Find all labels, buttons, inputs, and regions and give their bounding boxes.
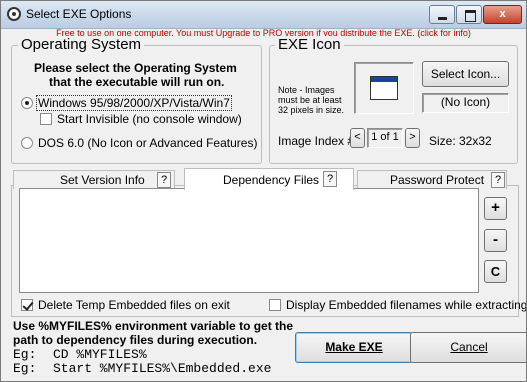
plus-icon: +: [491, 199, 500, 216]
add-file-button[interactable]: +: [484, 197, 507, 220]
tab-dependency-files[interactable]: Dependency Files ?: [184, 168, 354, 190]
app-icon: [7, 7, 21, 21]
help-text-line2: path to dependency files during executio…: [13, 333, 258, 347]
maximize-button[interactable]: [456, 5, 482, 24]
example-prefix-1: Eg:: [13, 347, 37, 362]
previous-image-button[interactable]: <: [350, 128, 365, 148]
remove-file-button[interactable]: -: [484, 229, 507, 252]
cancel-button[interactable]: Cancel: [410, 332, 526, 363]
dos-radio-label[interactable]: DOS 6.0 (No Icon or Advanced Features): [38, 136, 257, 150]
clear-files-button[interactable]: C: [484, 260, 507, 283]
next-image-button[interactable]: >: [405, 128, 420, 148]
exe-icon-group-title: EXE Icon: [275, 36, 344, 53]
display-filenames-checkbox[interactable]: [269, 299, 281, 311]
chevron-left-icon: <: [354, 131, 361, 143]
make-exe-button[interactable]: Make EXE: [295, 332, 413, 363]
close-icon: x: [499, 8, 506, 20]
image-index-label: Image Index #: [278, 134, 355, 148]
os-instruction-line2: that the executable will run on.: [49, 75, 225, 89]
password-protect-help-button[interactable]: ?: [491, 172, 505, 188]
minimize-button[interactable]: [429, 5, 455, 24]
tab-set-version-info[interactable]: Set Version Info ?: [13, 170, 175, 189]
icon-size-note: Note - Images must be at least 32 pixels…: [278, 85, 345, 115]
operating-system-group-title: Operating System: [18, 36, 145, 53]
start-invisible-checkbox[interactable]: [40, 113, 52, 125]
select-icon-button[interactable]: Select Icon...: [422, 61, 509, 87]
windows-radio-label[interactable]: Windows 95/98/2000/XP/Vista/Win7: [36, 95, 232, 111]
start-invisible-label[interactable]: Start Invisible (no console window): [57, 112, 242, 126]
windows-radio[interactable]: [21, 97, 33, 109]
icon-size-label: Size: 32x32: [429, 134, 492, 148]
tab-password-protect[interactable]: Password Protect ?: [357, 170, 507, 189]
example-command-1: CD %MYFILES%: [53, 347, 147, 362]
icon-preview: [354, 62, 414, 114]
help-text-line1: Use %MYFILES% environment variable to ge…: [13, 319, 294, 333]
minus-icon: -: [493, 231, 498, 248]
delete-temp-checkbox[interactable]: [21, 299, 33, 311]
title-bar[interactable]: Select EXE Options x: [1, 1, 526, 29]
set-version-info-help-button[interactable]: ?: [157, 172, 171, 188]
dependency-files-list[interactable]: [19, 188, 479, 293]
close-button[interactable]: x: [483, 5, 522, 24]
dos-radio[interactable]: [21, 137, 33, 149]
image-index-field: 1 of 1: [367, 128, 403, 148]
current-icon-label: (No Icon): [440, 95, 491, 109]
window-title: Select EXE Options: [26, 7, 132, 21]
example-command-2: Start %MYFILES%\Embedded.exe: [53, 361, 272, 376]
dependency-files-help-button[interactable]: ?: [323, 171, 337, 187]
os-instruction-line1: Please select the Operating System: [34, 61, 237, 75]
delete-temp-label[interactable]: Delete Temp Embedded files on exit: [38, 298, 230, 312]
display-filenames-label[interactable]: Display Embedded filenames while extract…: [286, 298, 526, 312]
current-icon-box: (No Icon): [422, 93, 509, 113]
dialog-window: Select EXE Options x Free to use on one …: [0, 0, 527, 382]
window-icon: [370, 76, 398, 100]
example-prefix-2: Eg:: [13, 361, 37, 376]
chevron-right-icon: >: [409, 131, 416, 143]
